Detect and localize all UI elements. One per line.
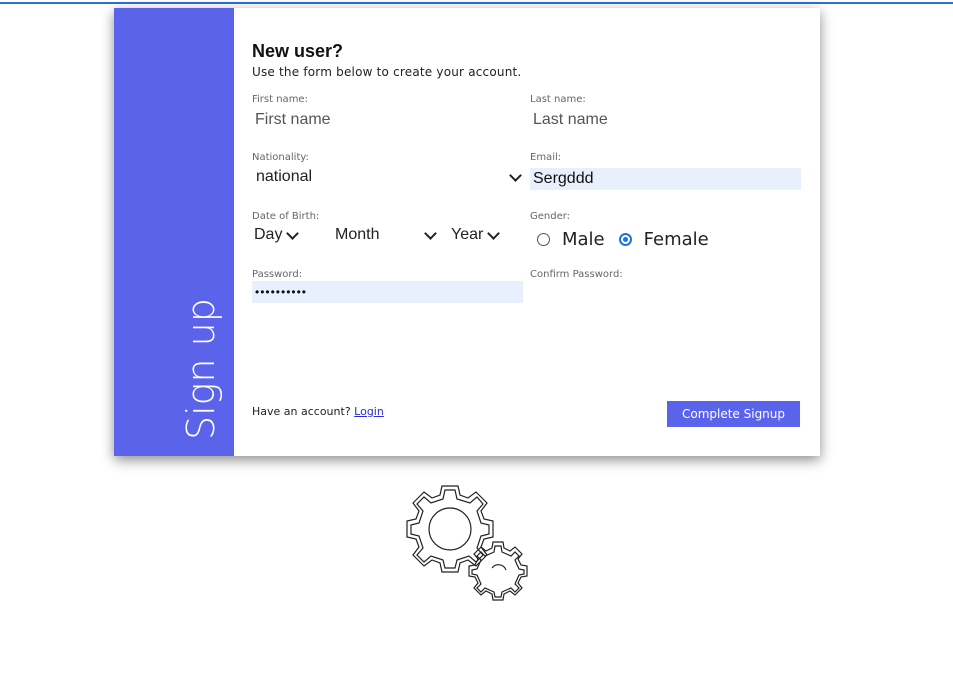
last-name-label: Last name: — [530, 94, 586, 105]
login-link[interactable]: Login — [354, 405, 384, 418]
dob-month-select[interactable]: Month — [335, 226, 437, 244]
confirm-password-input[interactable] — [530, 281, 801, 303]
gender-female-label[interactable]: Female — [644, 229, 709, 250]
side-panel: Sign up — [114, 8, 234, 456]
gender-male-radio[interactable] — [537, 233, 550, 246]
have-account-label: Have an account? — [252, 405, 355, 418]
nationality-select[interactable]: national — [256, 168, 522, 186]
email-input[interactable]: Sergddd — [530, 168, 801, 190]
password-input[interactable]: •••••••••• — [252, 281, 523, 303]
have-account-text: Have an account? Login — [252, 405, 384, 418]
nationality-value: national — [256, 168, 313, 185]
nationality-label: Nationality: — [252, 152, 309, 163]
complete-signup-button[interactable]: Complete Signup — [667, 401, 800, 427]
gender-label: Gender: — [530, 211, 571, 222]
first-name-input[interactable]: First name — [252, 109, 522, 131]
dob-label: Date of Birth: — [252, 211, 320, 222]
chevron-down-icon — [424, 226, 437, 240]
side-title: Sign up — [179, 298, 223, 440]
chevron-down-icon — [487, 226, 501, 240]
gender-radio-group: Male Female — [537, 229, 723, 250]
last-name-input[interactable]: Last name — [530, 109, 800, 131]
dob-year-select[interactable]: Year — [451, 226, 501, 244]
chevron-down-icon — [286, 226, 300, 240]
gears-icon — [406, 485, 528, 601]
dob-year-value: Year — [451, 226, 484, 243]
gender-female-radio[interactable] — [618, 233, 632, 246]
signup-card: Sign up New user? Use the form below to … — [114, 8, 820, 456]
form-title: New user? — [252, 41, 344, 61]
email-label: Email: — [530, 152, 562, 163]
top-border — [0, 2, 953, 4]
password-label: Password: — [252, 269, 303, 280]
chevron-down-icon — [509, 168, 522, 182]
dob-day-select[interactable]: Day — [254, 226, 300, 244]
dob-month-value: Month — [335, 226, 380, 243]
dob-day-value: Day — [254, 226, 283, 243]
form-subtitle: Use the form below to create your accoun… — [252, 65, 522, 79]
first-name-label: First name: — [252, 94, 308, 105]
gender-male-label[interactable]: Male — [562, 229, 605, 250]
signup-form: New user? Use the form below to create y… — [252, 8, 802, 456]
confirm-password-label: Confirm Password: — [530, 269, 623, 280]
